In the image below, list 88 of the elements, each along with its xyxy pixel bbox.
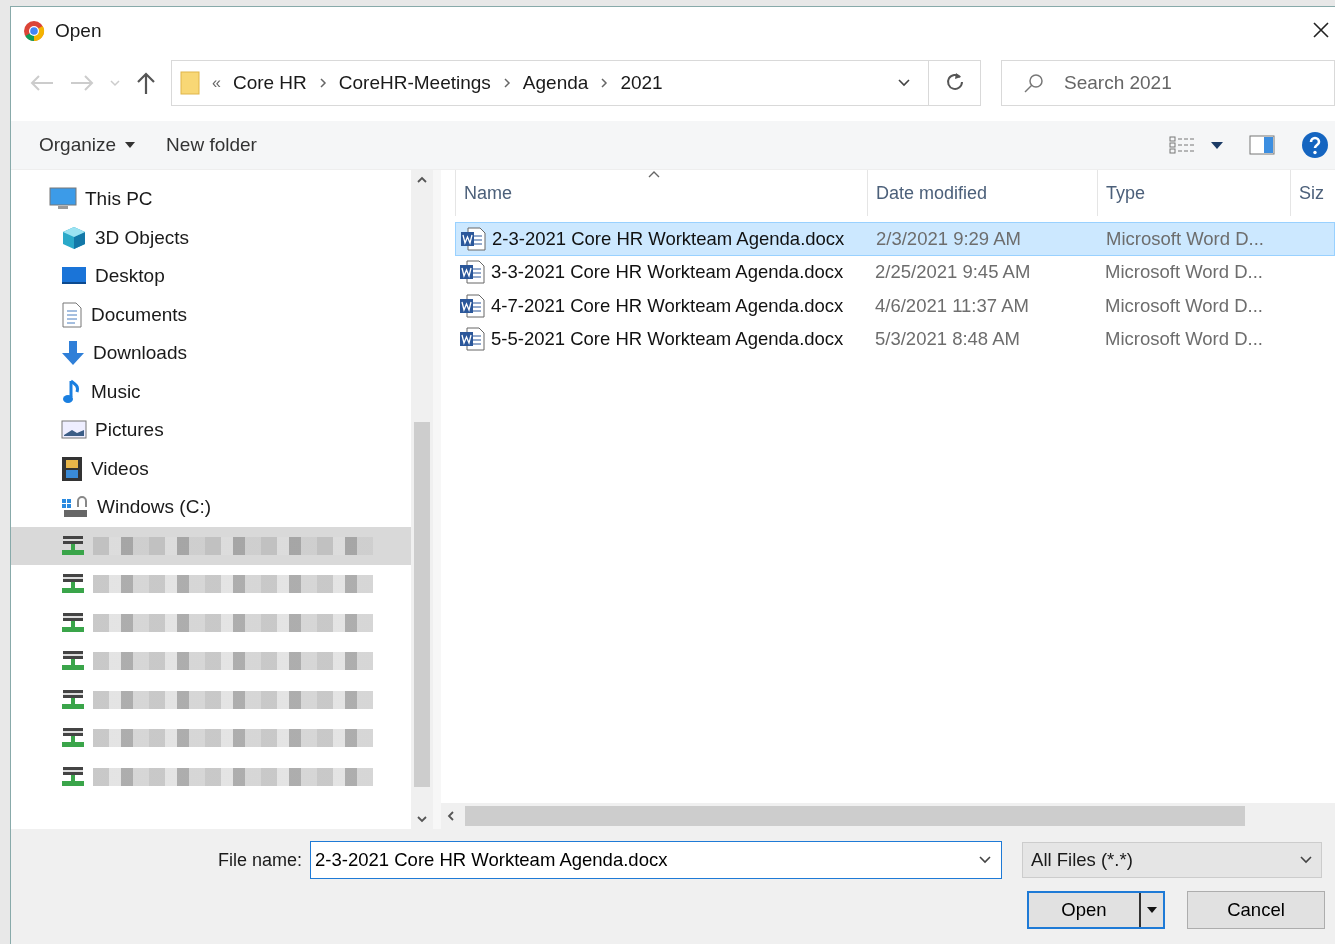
column-header[interactable]: Date modified [867, 170, 1097, 216]
network-drive-icon [61, 573, 85, 596]
picture-icon [61, 419, 87, 442]
network-drive-icon [61, 534, 85, 557]
breadcrumb[interactable]: CoreHR-Meetings [338, 72, 491, 94]
nav-item[interactable]: Desktop [11, 257, 411, 296]
help-button[interactable] [1301, 131, 1329, 159]
type-cell-text: Microsoft Word D... [1105, 227, 1265, 250]
word-document-icon [460, 226, 486, 251]
date-cell-text: 2/25/2021 9:45 AM [874, 261, 1032, 284]
network-drive-icon [61, 611, 85, 634]
file-row[interactable]: 4-7-2021 Core HR Workteam Agenda.docx 4/6/2021 11:37 AM Microsoft Word D... [455, 289, 1335, 323]
file-name: 2-3-2021 Core HR Workteam Agenda.docx [492, 227, 845, 250]
monitor-icon [49, 187, 77, 212]
new-folder-button[interactable]: New folder [158, 128, 265, 162]
column-header[interactable]: Name [455, 170, 867, 216]
nav-item[interactable]: Downloads [11, 334, 411, 373]
breadcrumb[interactable]: Agenda [522, 72, 589, 94]
column-header[interactable]: Type [1097, 170, 1290, 216]
sort-ascending-icon [647, 170, 661, 179]
file-name: 3-3-2021 Core HR Workteam Agenda.docx [491, 261, 844, 284]
network-drive-icon [61, 650, 85, 673]
network-drive-icon [61, 727, 85, 750]
refresh-icon [944, 70, 965, 91]
scroll-up-icon[interactable] [416, 176, 428, 184]
file-name: 4-7-2021 Core HR Workteam Agenda.docx [491, 294, 844, 317]
nav-item[interactable] [11, 526, 411, 565]
nav-item[interactable]: Pictures [11, 411, 411, 450]
file-row[interactable]: 5-5-2021 Core HR Workteam Agenda.docx 5/3/2021 8:48 AM Microsoft Word D... [455, 322, 1335, 356]
dropdown-arrow-icon [1146, 906, 1158, 914]
film-icon [61, 455, 83, 482]
date-cell-text: 4/6/2021 11:37 AM [874, 294, 1030, 317]
recent-locations-button[interactable] [109, 79, 121, 87]
chevron-right-icon [600, 77, 609, 89]
folder-icon [180, 71, 200, 95]
preview-pane-button[interactable] [1249, 135, 1275, 155]
up-button[interactable] [135, 71, 157, 95]
dropdown-arrow-icon [124, 141, 137, 149]
word-document-icon [459, 260, 485, 285]
date-cell-text: 2/3/2021 9:29 AM [875, 227, 1023, 250]
overflow-chevron[interactable]: « [212, 74, 221, 92]
organize-button[interactable]: Organize [31, 128, 145, 162]
browser-logo-icon [23, 20, 45, 42]
file-row[interactable]: 3-3-2021 Core HR Workteam Agenda.docx 2/25/2021 9:45 AM Microsoft Word D... [455, 255, 1335, 289]
column-header[interactable]: Siz [1290, 170, 1335, 216]
file-row[interactable]: 2-3-2021 Core HR Workteam Agenda.docx 2/3/2021 9:29 AM Microsoft Word D... [455, 222, 1335, 256]
scroll-down-icon[interactable] [416, 815, 428, 823]
type-cell-text: Microsoft Word D... [1104, 294, 1264, 317]
forward-button[interactable] [69, 73, 95, 93]
search-field[interactable]: Search 2021 [1001, 60, 1335, 106]
scroll-left-icon[interactable] [447, 810, 455, 822]
back-button[interactable] [29, 73, 55, 93]
nav-item[interactable]: Documents [11, 295, 411, 334]
file-name-label: File name: [218, 849, 303, 871]
breadcrumb[interactable]: 2021 [620, 72, 663, 94]
vertical-scrollbar[interactable] [411, 170, 433, 829]
breadcrumb[interactable]: Core HR [232, 72, 307, 94]
document-icon [61, 301, 83, 328]
file-name-field[interactable]: 2-3-2021 Core HR Workteam Agenda.docx [310, 841, 1003, 879]
word-document-icon [459, 293, 485, 318]
network-drive-icon [61, 688, 85, 711]
view-options-button[interactable] [1169, 135, 1223, 155]
nav-item[interactable]: Videos [11, 449, 411, 488]
file-name: 5-5-2021 Core HR Workteam Agenda.docx [491, 328, 844, 351]
search-icon [1023, 72, 1045, 94]
cube-icon [61, 224, 87, 251]
chevron-down-icon [1299, 855, 1314, 865]
down-arrow-icon [61, 340, 85, 367]
open-button[interactable]: Open [1027, 891, 1165, 929]
word-document-icon [459, 327, 485, 352]
horizontal-scrollbar[interactable] [441, 803, 1335, 829]
network-drive-icon [61, 765, 85, 788]
type-cell-text: Microsoft Word D... [1104, 261, 1264, 284]
nav-item[interactable]: Music [11, 372, 411, 411]
address-bar[interactable]: « Core HR CoreHR-Meetings Agenda 2021 [171, 60, 981, 106]
chevron-down-icon [897, 78, 911, 88]
nav-item[interactable]: Windows (C:) [11, 488, 411, 527]
drive-icon [61, 495, 89, 520]
window-title: Open [55, 20, 103, 42]
cancel-button[interactable]: Cancel [1187, 891, 1325, 929]
file-type-dropdown[interactable]: All Files (*.*) [1022, 842, 1323, 878]
chevron-right-icon [502, 77, 511, 89]
type-cell-text: Microsoft Word D... [1104, 328, 1264, 351]
chevron-right-icon [318, 77, 327, 89]
nav-item[interactable]: This PC [11, 180, 411, 219]
date-cell-text: 5/3/2021 8:48 AM [874, 328, 1022, 351]
nav-item[interactable]: 3D Objects [11, 218, 411, 257]
chevron-down-icon[interactable] [978, 855, 993, 865]
